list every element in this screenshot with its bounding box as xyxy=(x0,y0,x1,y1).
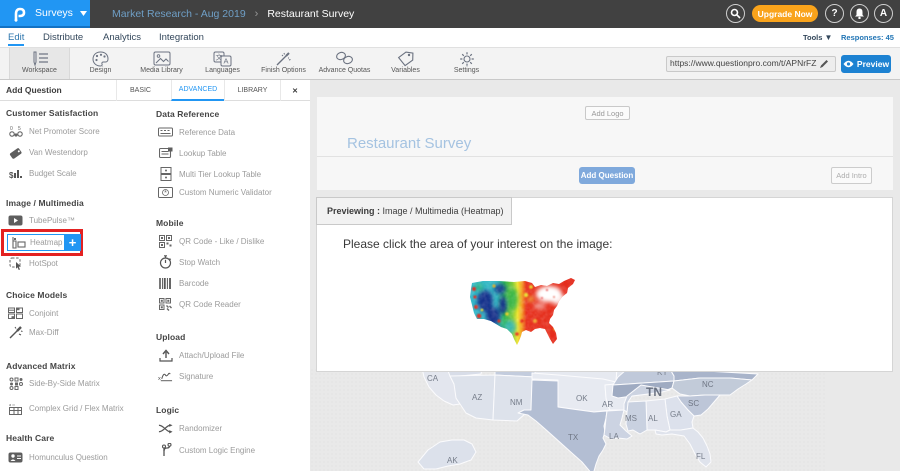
svg-text:NM: NM xyxy=(510,398,523,407)
svg-text:AZ: AZ xyxy=(472,393,482,402)
svg-text:NC: NC xyxy=(702,380,714,389)
svg-text:LA: LA xyxy=(609,432,619,441)
svg-text:FL: FL xyxy=(696,452,706,461)
svg-text:OK: OK xyxy=(576,394,588,403)
svg-text:SC: SC xyxy=(688,399,699,408)
svg-text:TN: TN xyxy=(646,385,662,399)
svg-text:5: 5 xyxy=(18,126,21,132)
svg-text:AL: AL xyxy=(648,414,658,423)
svg-text:GA: GA xyxy=(670,410,682,419)
svg-text:x: x xyxy=(158,375,161,381)
svg-text:AR: AR xyxy=(602,400,613,409)
svg-text:MS: MS xyxy=(625,414,637,423)
svg-text:0: 0 xyxy=(10,126,13,132)
svg-text:*: * xyxy=(164,190,167,197)
svg-text:$: $ xyxy=(9,171,14,180)
svg-text:TX: TX xyxy=(568,433,579,442)
svg-text:CA: CA xyxy=(427,374,439,383)
svg-text:AK: AK xyxy=(447,456,458,465)
svg-text:A: A xyxy=(223,57,228,66)
